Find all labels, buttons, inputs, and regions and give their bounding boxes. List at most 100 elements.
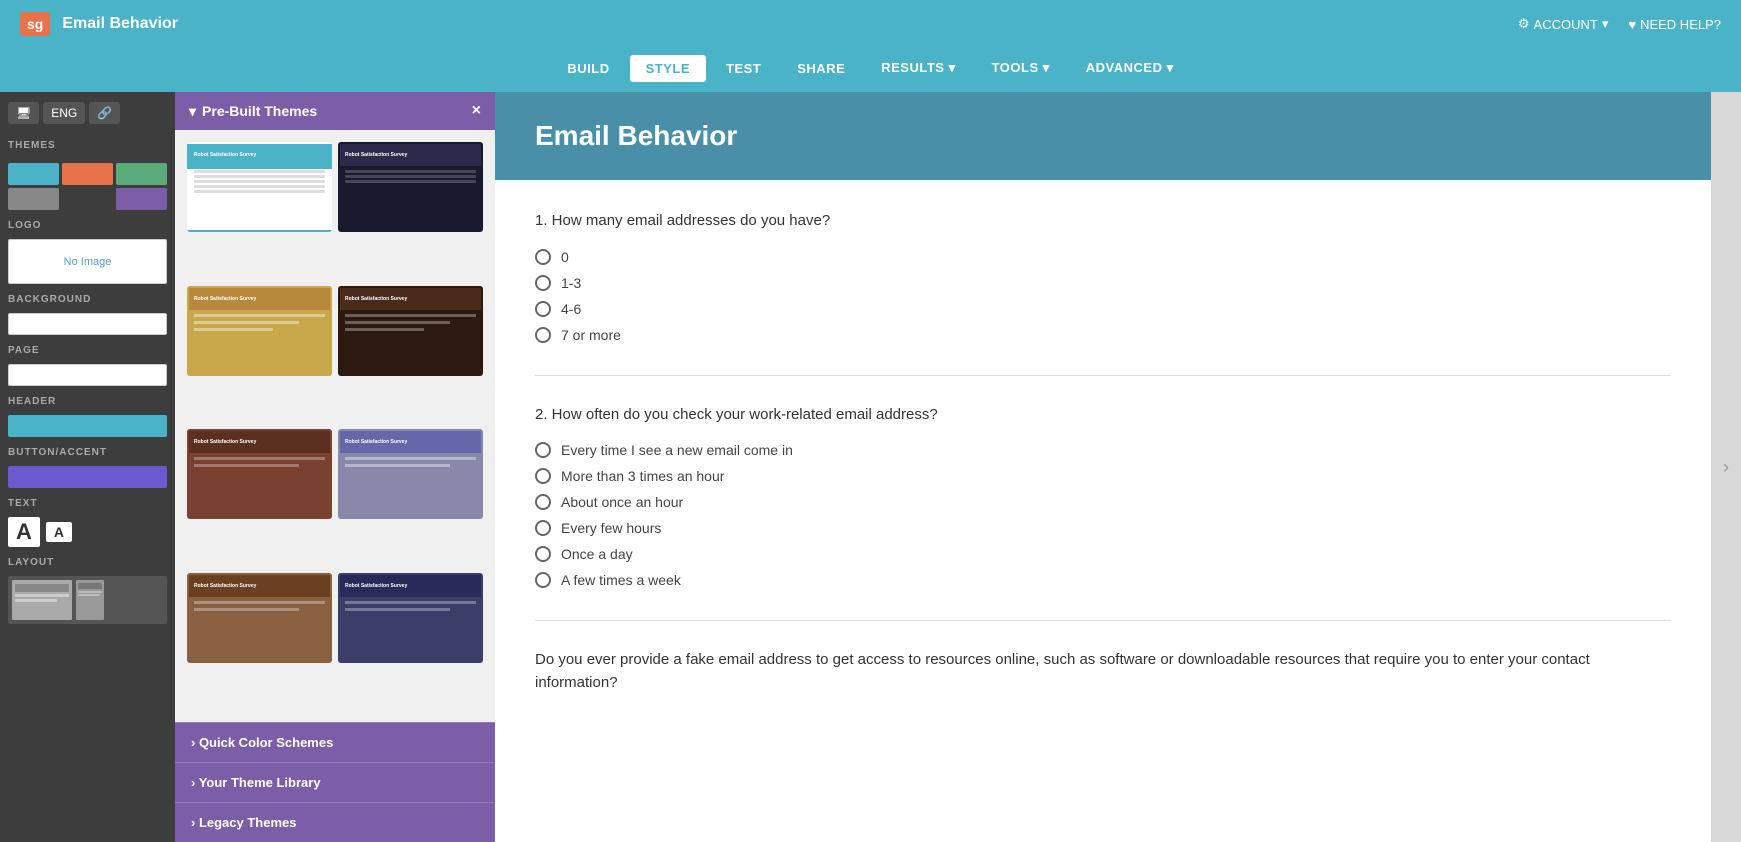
content-area: Email Behavior 1. How many email address… (495, 92, 1741, 842)
thumb-4-title: Robot Satisfaction Survey (345, 296, 407, 302)
layout-label: LAYOUT (8, 557, 167, 568)
page-color-picker[interactable] (8, 364, 167, 386)
your-theme-library-label: › Your Theme Library (191, 775, 321, 790)
thumb-6-title: Robot Satisfaction Survey (345, 439, 407, 445)
thumb-6-content (340, 453, 481, 473)
thumb-3-title: Robot Satisfaction Survey (194, 296, 256, 302)
radio-q1-0[interactable] (535, 249, 551, 265)
themes-accordion: › Quick Color Schemes › Your Theme Libra… (175, 722, 495, 842)
sg-logo-icon[interactable]: sg (20, 12, 50, 36)
radio-q2-5[interactable] (535, 572, 551, 588)
theme-swatch-green[interactable] (116, 163, 167, 185)
theme-thumb-6[interactable]: Robot Satisfaction Survey (338, 429, 483, 519)
lang-button[interactable]: ENG (43, 102, 85, 124)
link-icon-btn[interactable]: 🔗 (89, 102, 120, 124)
question-2-option-0: Every time I see a new email come in (535, 442, 1671, 458)
background-label: BACKGROUND (8, 294, 167, 305)
thumb-7-title: Robot Satisfaction Survey (194, 583, 256, 589)
question-1-text: 1. How many email addresses do you have? (535, 210, 1671, 233)
option-label-q2-2: About once an hour (561, 494, 683, 510)
nav-results[interactable]: RESULTS ▾ (865, 54, 971, 82)
thumb-5-content (189, 453, 330, 473)
survey-header: Email Behavior (495, 92, 1711, 180)
survey-title: Email Behavior (535, 120, 1671, 152)
question-2-text: 2. How often do you check your work-rela… (535, 404, 1671, 427)
text-large-button[interactable]: A (8, 517, 40, 547)
theme-thumb-3[interactable]: Robot Satisfaction Survey (187, 286, 332, 376)
layout-preview-button[interactable] (8, 576, 167, 624)
theme-thumb-4[interactable]: Robot Satisfaction Survey (338, 286, 483, 376)
gear-icon: ⚙ (1518, 16, 1530, 32)
no-image-text: No Image (64, 256, 112, 268)
thumb-2-title: Robot Satisfaction Survey (345, 152, 407, 158)
option-label-q2-0: Every time I see a new email come in (561, 442, 793, 458)
nav-test[interactable]: TEST (710, 55, 777, 82)
theme-thumb-8[interactable]: Robot Satisfaction Survey (338, 573, 483, 663)
background-color-picker[interactable] (8, 313, 167, 335)
header-color-picker[interactable] (8, 415, 167, 437)
button-accent-section: BUTTON/ACCENT (8, 447, 167, 488)
themes-swatches-grid (8, 163, 167, 210)
radio-q1-2[interactable] (535, 301, 551, 317)
themes-panel-close-button[interactable]: × (472, 102, 481, 120)
theme-thumb-5[interactable]: Robot Satisfaction Survey (187, 429, 332, 519)
question-3-block: Do you ever provide a fake email address… (535, 649, 1671, 694)
theme-thumb-7[interactable]: Robot Satisfaction Survey (187, 573, 332, 663)
chevron-down-icon: ▾ (1602, 16, 1609, 32)
text-section: TEXT A A (8, 498, 167, 547)
question-2-option-4: Once a day (535, 546, 1671, 562)
legacy-themes-accordion[interactable]: › Legacy Themes (175, 802, 495, 842)
thumb-7-content (189, 597, 330, 617)
theme-thumb-1[interactable]: Robot Satisfaction Survey (187, 142, 332, 232)
theme-thumb-2[interactable]: Robot Satisfaction Survey (338, 142, 483, 232)
themes-section: THEMES (8, 140, 167, 210)
account-button[interactable]: ⚙ ACCOUNT ▾ (1518, 16, 1608, 32)
radio-q2-1[interactable] (535, 468, 551, 484)
navigation-bar: BUILD STYLE TEST SHARE RESULTS ▾ TOOLS ▾… (0, 48, 1741, 92)
header-section: HEADER (8, 396, 167, 437)
theme-swatch-dark[interactable] (62, 188, 113, 210)
nav-style[interactable]: STYLE (630, 55, 706, 82)
app-title: Email Behavior (62, 15, 178, 33)
your-theme-library-accordion[interactable]: › Your Theme Library (175, 762, 495, 802)
text-size-row: A A (8, 517, 167, 547)
text-small-button[interactable]: A (46, 522, 72, 542)
main-layout: 🖥 ENG 🔗 THEMES LOGO No Image B (0, 92, 1741, 842)
thumb-2-content (340, 166, 481, 187)
thumb-1-content (189, 166, 330, 197)
theme-swatch-teal[interactable] (8, 163, 59, 185)
nav-build[interactable]: BUILD (551, 55, 625, 82)
text-label: TEXT (8, 498, 167, 509)
survey-body: 1. How many email addresses do you have?… (495, 180, 1711, 842)
question-2-block: 2. How often do you check your work-rela… (535, 404, 1671, 589)
quick-color-schemes-accordion[interactable]: › Quick Color Schemes (175, 722, 495, 762)
theme-swatch-orange[interactable] (62, 163, 113, 185)
radio-q1-3[interactable] (535, 327, 551, 343)
radio-q2-2[interactable] (535, 494, 551, 510)
button-accent-color-picker[interactable] (8, 466, 167, 488)
monitor-icon-btn[interactable]: 🖥 (8, 102, 39, 124)
help-button[interactable]: ♥ NEED HELP? (1628, 17, 1721, 32)
logo-upload-box[interactable]: No Image (8, 239, 167, 284)
radio-q1-1[interactable] (535, 275, 551, 291)
option-label-q2-5: A few times a week (561, 572, 681, 588)
nav-advanced[interactable]: ADVANCED ▾ (1070, 54, 1190, 82)
theme-swatch-purple[interactable] (116, 188, 167, 210)
themes-panel-header: ▾ Pre-Built Themes × (175, 92, 495, 130)
question-2-option-2: About once an hour (535, 494, 1671, 510)
mobile-layout-icon (76, 580, 104, 620)
question-1-option-1: 1-3 (535, 275, 1671, 291)
radio-q2-0[interactable] (535, 442, 551, 458)
themes-panel: ▾ Pre-Built Themes × Robot Satisfaction … (175, 92, 495, 842)
nav-tools[interactable]: TOOLS ▾ (976, 54, 1066, 82)
topbar-left: sg Email Behavior (20, 12, 178, 36)
radio-q2-4[interactable] (535, 546, 551, 562)
radio-q2-3[interactable] (535, 520, 551, 536)
theme-swatch-gray[interactable] (8, 188, 59, 210)
right-strip: › (1711, 92, 1741, 842)
right-arrow-icon[interactable]: › (1723, 457, 1729, 478)
question-3-text: Do you ever provide a fake email address… (535, 649, 1671, 694)
header-label: HEADER (8, 396, 167, 407)
nav-share[interactable]: SHARE (781, 55, 861, 82)
question-1-option-2: 4-6 (535, 301, 1671, 317)
